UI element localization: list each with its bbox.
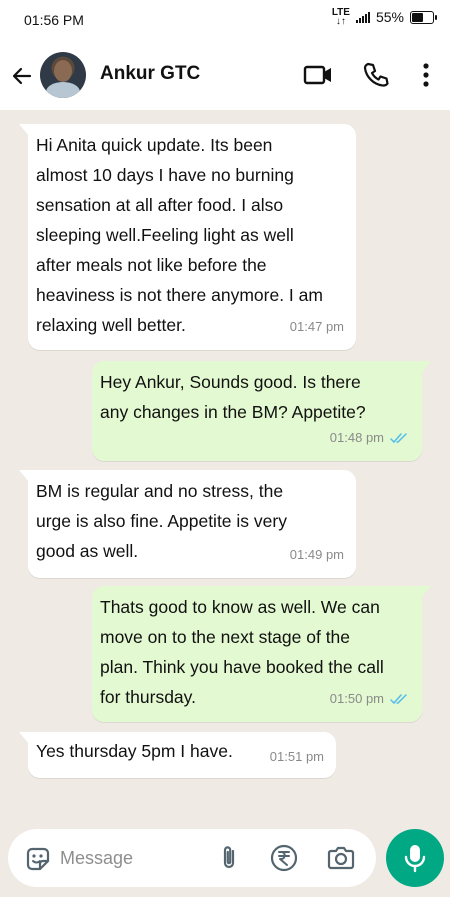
message-meta: 01:50 pm [330,684,410,714]
double-tick-icon [390,694,407,705]
more-vertical-icon[interactable] [414,60,438,90]
camera-icon[interactable] [326,845,356,871]
message-input-box[interactable]: Message [8,829,376,887]
status-indicators: LTE ↓↑ 55% [331,7,437,27]
message-meta: 01:51 pm [270,742,324,772]
phone-icon[interactable] [361,60,391,90]
message-bubble-incoming[interactable]: BM is regular and no stress, the urge is… [19,470,356,578]
status-bar: 01:56 PM LTE ↓↑ 55% [0,0,450,40]
message-time: 01:48 pm [329,430,384,445]
rupee-icon[interactable] [270,844,298,872]
avatar[interactable] [40,52,86,98]
attach-icon[interactable] [218,844,240,872]
video-icon[interactable] [303,60,333,90]
message-time: 01:51 pm [269,749,324,764]
message-bubble-outgoing[interactable]: Thats good to know as well. We can move … [92,586,431,722]
chat-header: Ankur GTC [0,40,450,111]
message-text: Hi Anita quick update. Its been almost 1… [36,135,323,335]
message-time: 01:47 pm [289,319,344,334]
message-meta: 01:49 pm [290,540,344,570]
emoji-sticker-icon[interactable] [24,845,52,873]
mic-icon [404,845,426,873]
message-time: 01:49 pm [289,547,344,562]
message-bubble-outgoing[interactable]: Hey Ankur, Sounds good. Is there any cha… [92,361,431,461]
message-meta: 01:48 pm [330,423,410,453]
message-time: 01:50 pm [329,691,384,706]
battery-percent: 55% [375,9,404,25]
network-type: LTE ↓↑ [331,7,350,27]
mic-button[interactable] [386,829,444,887]
status-time: 01:56 PM [24,12,84,28]
message-bubble-incoming[interactable]: Yes thursday 5pm I have. 01:51 pm [19,732,336,778]
double-tick-icon [390,433,407,444]
message-text: Hey Ankur, Sounds good. Is there any cha… [100,372,366,422]
composer-bar: Message [0,820,450,897]
message-bubble-incoming[interactable]: Hi Anita quick update. Its been almost 1… [19,124,356,350]
message-meta: 01:47 pm [290,312,344,342]
contact-name[interactable]: Ankur GTC [100,63,200,85]
battery-icon [410,10,437,24]
message-list[interactable]: Hi Anita quick update. Its been almost 1… [0,110,450,820]
arrow-left-icon[interactable] [10,64,34,88]
message-input[interactable]: Message [60,848,133,869]
signal-icon [355,11,370,23]
battery-fill [412,12,423,22]
